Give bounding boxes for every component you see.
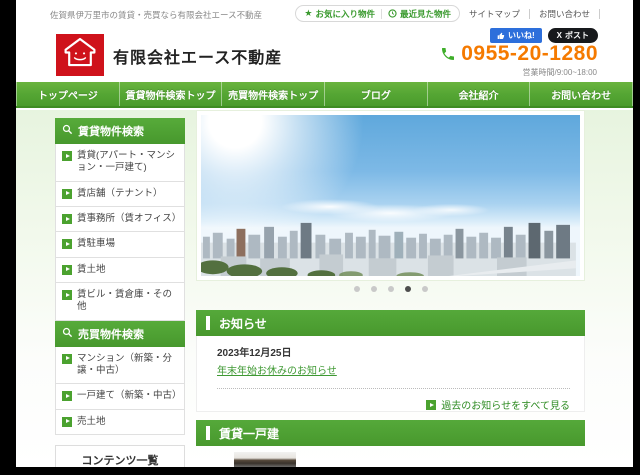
- house-smile-icon: [62, 36, 98, 74]
- sidebar-item-label: 賃貸(アパート・マンション・一戸建て): [77, 150, 175, 174]
- dotted-separator: [217, 388, 570, 389]
- top-right-links: ★ お気に入り物件 最近見た物件 サイトマップ お問い合わせ: [295, 5, 600, 22]
- site-tagline: 佐賀県伊万里市の賃貸・売買なら有限会社エース不動産: [50, 10, 263, 20]
- like-button[interactable]: いいね!: [489, 28, 542, 43]
- screenshot-frame: 佐賀県伊万里市の賃貸・売買なら有限会社エース不動産 ★ お気に入り物件 最近見た…: [0, 0, 640, 475]
- phone-number: 0955-20-1280: [461, 42, 598, 65]
- top-divider-2: [599, 8, 600, 19]
- nav-blog[interactable]: ブログ: [324, 82, 427, 106]
- sidebar-item-label: 一戸建て（新築・中古）: [77, 390, 182, 402]
- carousel-dot[interactable]: [404, 286, 411, 292]
- sitemap-link[interactable]: サイトマップ: [460, 8, 529, 20]
- global-nav: トップページ 賃貸物件検索トップ 売買物件検索トップ ブログ 会社紹介 お問い合…: [16, 82, 633, 108]
- arrow-bullet-icon: [62, 391, 72, 402]
- sidebar-item-rental-office[interactable]: 賃事務所（賃オフィス）: [55, 207, 185, 233]
- rental-house-section-header: 賃貸一戸建: [196, 420, 585, 446]
- sidebar-item-sale-land[interactable]: 売土地: [55, 409, 185, 436]
- company-logo[interactable]: [56, 34, 104, 76]
- hero-carousel: [196, 110, 585, 281]
- hero-image-cityscape: [201, 115, 580, 276]
- sidebar-item-sale-house[interactable]: 一戸建て（新築・中古）: [55, 384, 185, 410]
- contents-list-header: コンテンツ一覧: [55, 445, 185, 467]
- favorites-label: お気に入り物件: [315, 8, 375, 19]
- like-label: いいね!: [507, 31, 535, 40]
- nav-contact[interactable]: お問い合わせ: [529, 82, 633, 106]
- sidebar-sale-title: 売買物件検索: [78, 328, 144, 341]
- arrow-bullet-icon: [62, 188, 72, 199]
- recently-viewed-link[interactable]: 最近見た物件: [388, 8, 451, 20]
- sidebar-item-rental-apartment[interactable]: 賃貸(アパート・マンション・一戸建て): [55, 144, 185, 182]
- business-hours: 営業時間/9:00~18:00: [522, 68, 597, 77]
- browser-page: 佐賀県伊万里市の賃貸・売買なら有限会社エース不動産 ★ お気に入り物件 最近見た…: [16, 0, 633, 467]
- property-photo-partial[interactable]: [234, 452, 296, 467]
- carousel-dot[interactable]: [387, 286, 394, 292]
- news-section-header: お知らせ: [196, 310, 585, 336]
- sidebar-item-label: マンション（新築・分譲・中古）: [77, 352, 173, 377]
- star-icon: ★: [304, 8, 313, 18]
- sidebar-item-label: 賃駐車場: [77, 238, 116, 250]
- recently-viewed-label: 最近見た物件: [399, 8, 451, 19]
- arrow-bullet-icon: [62, 264, 72, 275]
- sidebar-item-rental-shop[interactable]: 賃店舗（テナント）: [55, 181, 185, 208]
- favorites-link[interactable]: ★ お気に入り物件: [304, 8, 375, 20]
- carousel-dot[interactable]: [353, 286, 360, 292]
- x-post-button[interactable]: X ポスト: [547, 28, 598, 43]
- sidebar-item-label: 賃事務所（賃オフィス）: [77, 213, 182, 225]
- search-icon: [62, 124, 73, 138]
- nav-top-page[interactable]: トップページ: [16, 82, 119, 106]
- sidebar-item-label: 賃店舗（テナント）: [77, 187, 163, 199]
- pill-divider: [380, 8, 382, 19]
- sidebar-sale-header: 売買物件検索: [55, 320, 185, 347]
- sns-buttons: いいね! X ポスト: [489, 28, 598, 43]
- news-date: 2023年12月25日: [217, 348, 292, 359]
- search-icon: [62, 327, 73, 341]
- carousel-dots: [196, 286, 585, 292]
- view-all-news-link[interactable]: 過去のお知らせをすべて見る: [217, 397, 570, 412]
- x-logo-icon: X: [556, 31, 562, 40]
- thumbs-up-icon: [497, 32, 505, 40]
- news-entry-link[interactable]: 年末年始お休みのお知らせ: [217, 362, 337, 377]
- sidebar-item-rental-land[interactable]: 賃土地: [55, 257, 185, 284]
- clock-icon: [388, 9, 397, 18]
- header-accent-bar: [206, 426, 210, 440]
- nav-sale-search[interactable]: 売買物件検索トップ: [221, 82, 324, 106]
- arrow-bullet-icon: [62, 214, 72, 225]
- view-all-label: 過去のお知らせをすべて見る: [441, 401, 570, 412]
- arrow-bullet-icon: [62, 290, 72, 301]
- sidebar-item-label: 賃ビル・賃倉庫・その他: [77, 289, 173, 313]
- carousel-dot[interactable]: [421, 286, 428, 292]
- phone-icon: [440, 46, 456, 62]
- news-title: お知らせ: [219, 316, 267, 331]
- sidebar-rental-title: 賃貸物件検索: [78, 126, 144, 138]
- nav-company[interactable]: 会社紹介: [426, 82, 530, 106]
- arrow-bullet-icon: [426, 400, 437, 410]
- sidebar-rental-header: 賃貸物件検索: [55, 118, 185, 144]
- top-utility-bar: 佐賀県伊万里市の賃貸・売買なら有限会社エース不動産 ★ お気に入り物件 最近見た…: [16, 0, 633, 27]
- sidebar-item-rental-parking[interactable]: 賃駐車場: [55, 232, 185, 258]
- arrow-bullet-icon: [62, 239, 72, 250]
- nav-rental-search[interactable]: 賃貸物件検索トップ: [118, 82, 222, 106]
- contact-top-link[interactable]: お問い合わせ: [530, 8, 599, 20]
- company-name: 有限会社エース不動産: [113, 50, 283, 67]
- news-body: 2023年12月25日 年末年始お休みのお知らせ 過去のお知らせをすべて見る: [196, 336, 585, 412]
- post-label: ポスト: [565, 31, 589, 40]
- carousel-dot[interactable]: [370, 286, 377, 292]
- phone-row: 0955-20-1280: [440, 42, 598, 66]
- arrow-bullet-icon: [62, 353, 72, 364]
- sidebar-item-label: 賃土地: [77, 263, 106, 275]
- sidebar: 賃貸物件検索 賃貸(アパート・マンション・一戸建て) 賃店舗（テナント） 賃事務…: [55, 118, 185, 467]
- arrow-bullet-icon: [62, 151, 72, 161]
- sidebar-item-sale-mansion[interactable]: マンション（新築・分譲・中古）: [55, 346, 185, 385]
- city-skyline: [201, 222, 576, 276]
- header-accent-bar: [206, 316, 210, 330]
- sidebar-item-label: 売土地: [77, 415, 106, 427]
- rental-house-title: 賃貸一戸建: [219, 426, 280, 441]
- site-header: 有限会社エース不動産 いいね! X ポスト 0955-20-1280 営業時間/…: [16, 27, 633, 82]
- arrow-bullet-icon: [62, 416, 72, 427]
- sidebar-item-rental-building[interactable]: 賃ビル・賃倉庫・その他: [55, 283, 185, 321]
- property-tools-pill: ★ お気に入り物件 最近見た物件: [295, 5, 460, 22]
